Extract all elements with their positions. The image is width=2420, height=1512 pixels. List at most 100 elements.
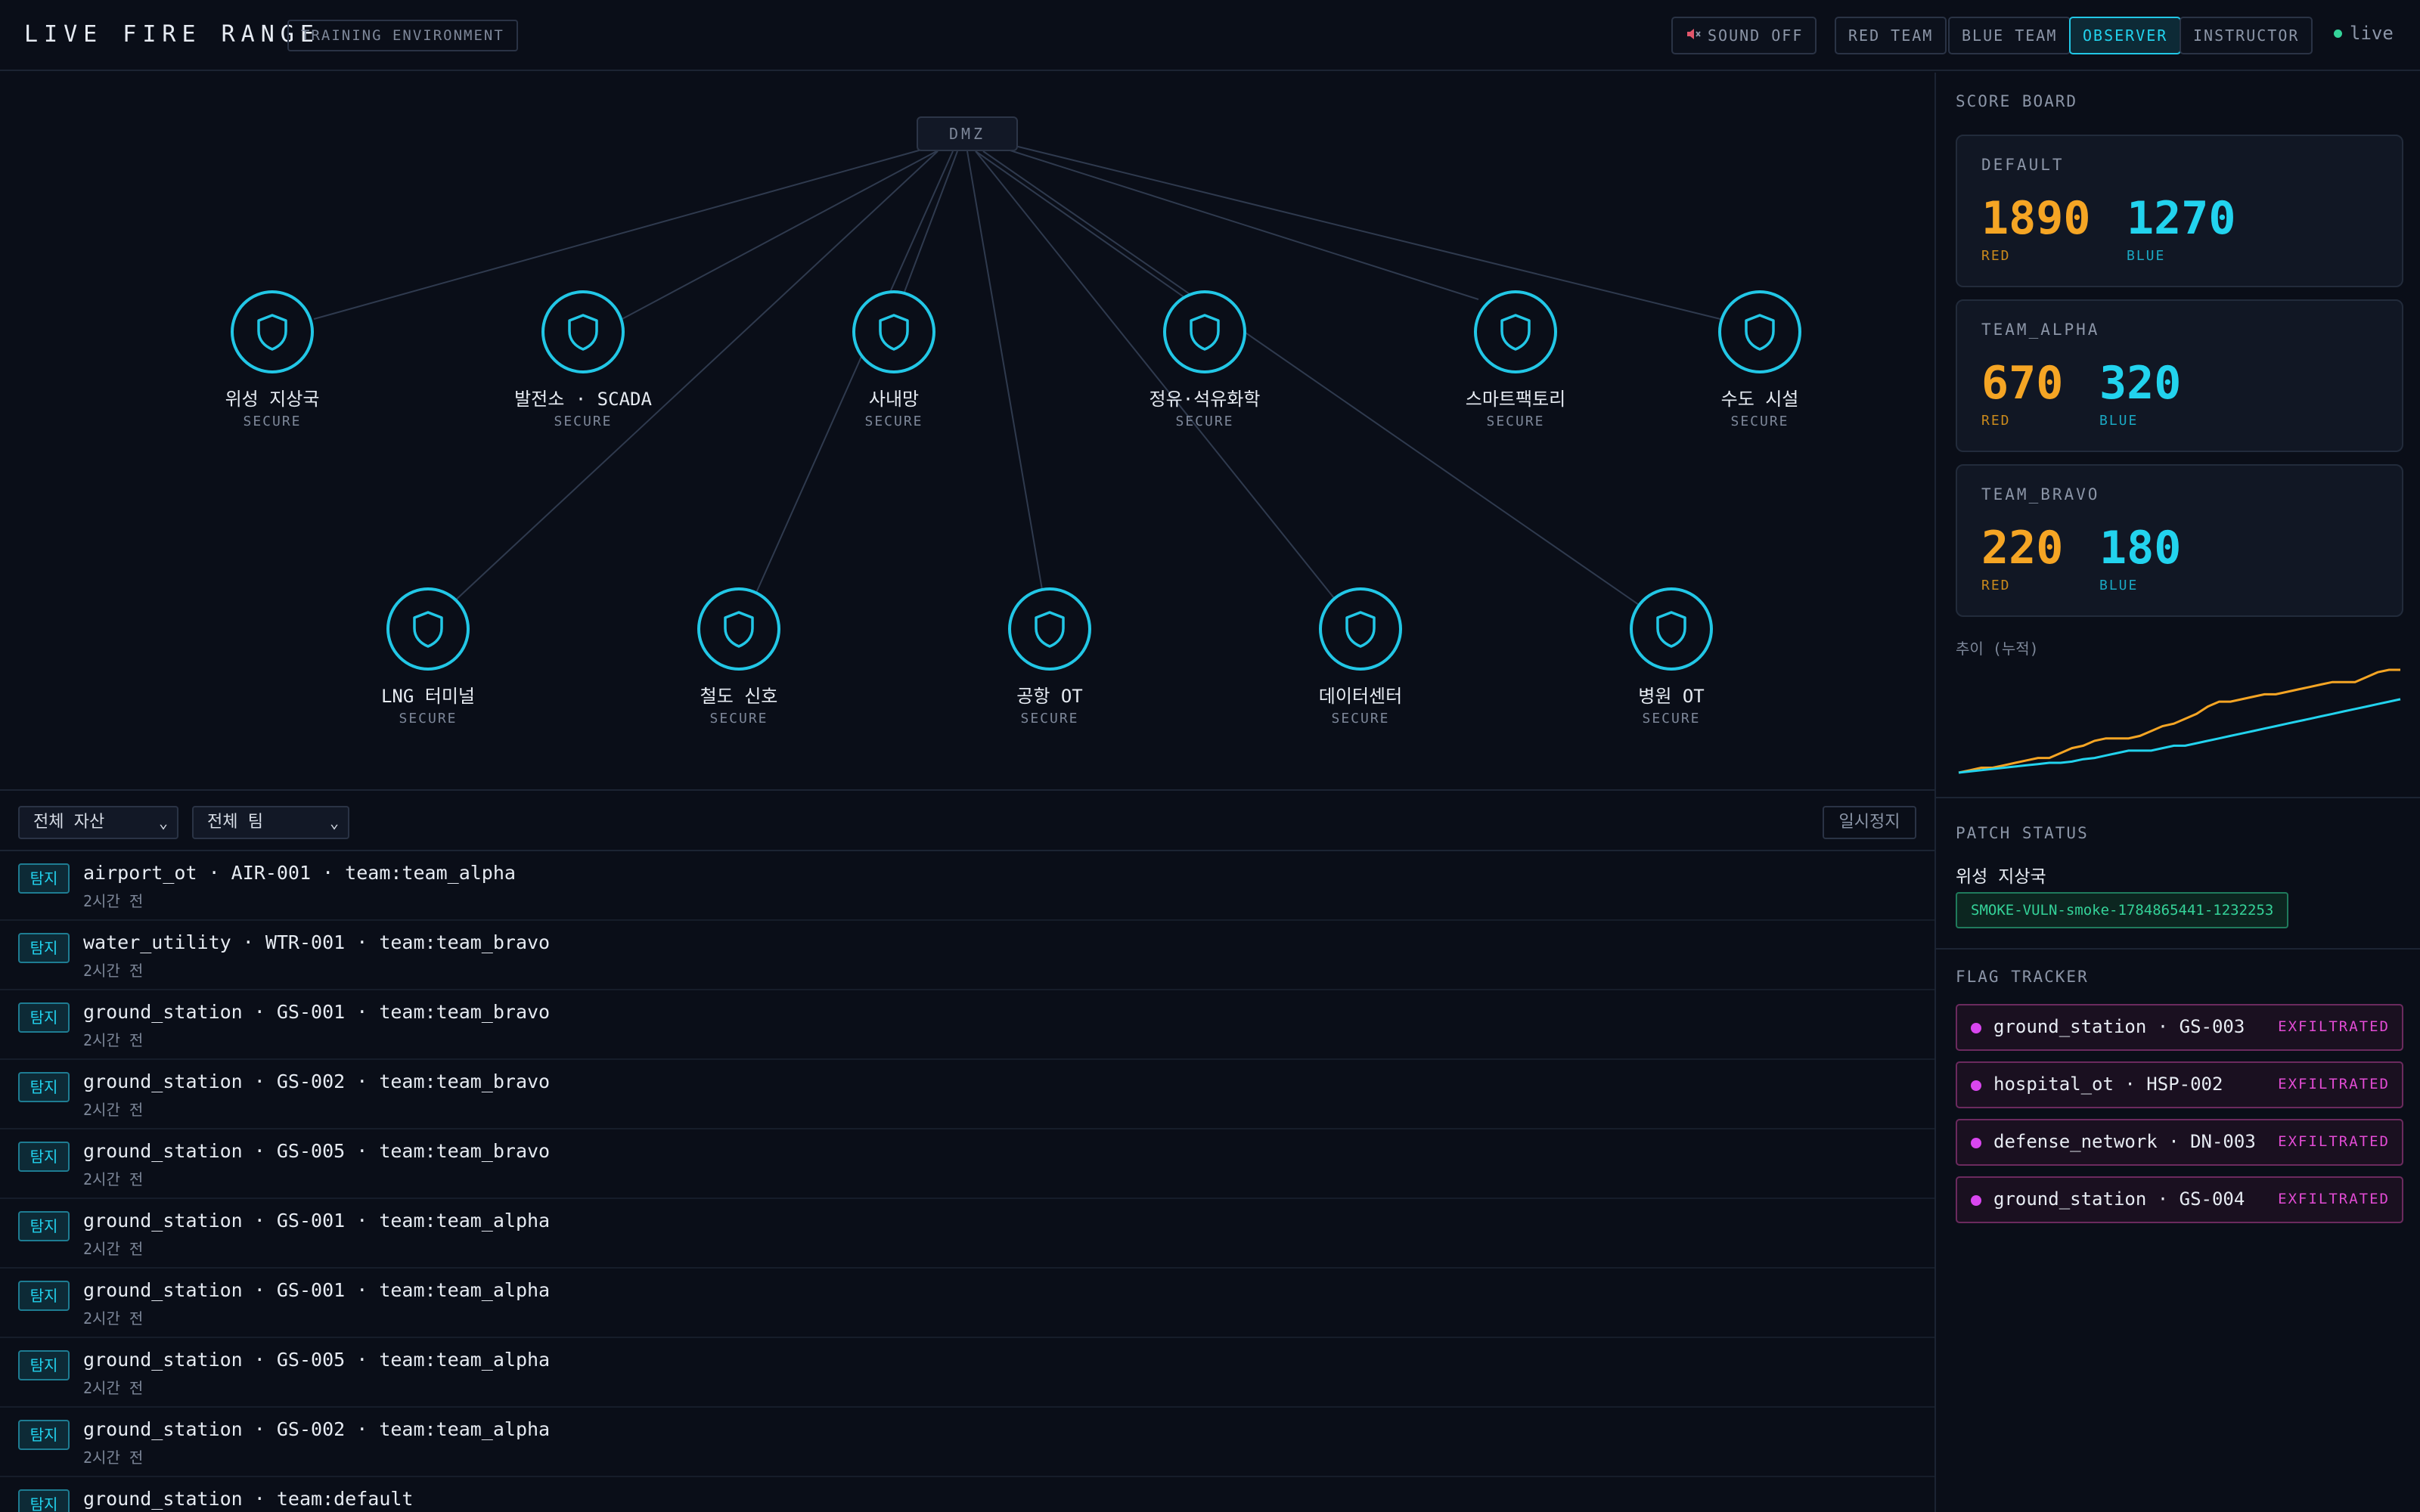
asset-node[interactable]: 발전소 · SCADA SECURE xyxy=(485,290,681,429)
red-score-label: RED xyxy=(1981,578,2011,593)
feed-row[interactable]: 탐지 ground_station · GS-002 · team:team_b… xyxy=(0,1060,1934,1129)
detect-tag: 탐지 xyxy=(18,1072,70,1102)
link-line xyxy=(904,150,958,293)
detect-tag: 탐지 xyxy=(18,1142,70,1172)
asset-node-name: 공항 OT xyxy=(1016,686,1083,707)
asset-filter-select[interactable]: 전체 자산 ⌄ xyxy=(18,806,178,839)
asset-node[interactable]: 사내망 SECURE xyxy=(796,290,992,429)
live-status-dot xyxy=(2334,29,2342,38)
asset-node-name: 데이터센터 xyxy=(1318,686,1403,707)
team-filter-select[interactable]: 전체 팀 ⌄ xyxy=(192,806,349,839)
pause-button[interactable]: 일시정지 xyxy=(1823,806,1916,839)
asset-node-ring xyxy=(1630,587,1713,671)
detect-tag: 탐지 xyxy=(18,1350,70,1380)
asset-node-ring xyxy=(1718,290,1801,373)
feed-row[interactable]: 탐지 ground_station · GS-002 · team:team_a… xyxy=(0,1408,1934,1477)
blue-score-label: BLUE xyxy=(2099,413,2139,429)
asset-node-status: SECURE xyxy=(1730,414,1789,429)
asset-node[interactable]: 데이터센터 SECURE xyxy=(1262,587,1459,727)
asset-node-ring xyxy=(1163,290,1246,373)
asset-node-name: 병원 OT xyxy=(1638,686,1705,707)
score-card: TEAM_ALPHA 670 320 RED BLUE xyxy=(1956,299,2403,452)
asset-node-ring xyxy=(1008,587,1091,671)
instructor-button[interactable]: INSTRUCTOR xyxy=(2180,17,2313,54)
flag-status: EXFILTRATED xyxy=(2278,1191,2390,1207)
shield-icon xyxy=(413,611,443,648)
network-map: DMZ 위성 지상국 SECURE 발전소 · SCADA SECURE 사내망… xyxy=(0,73,1934,791)
asset-node[interactable]: 수도 시설 SECURE xyxy=(1661,290,1858,429)
feed-event-text: ground_station · GS-001 · team:team_brav… xyxy=(83,1001,551,1023)
flag-row[interactable]: ground_station · GS-004 EXFILTRATED xyxy=(1956,1176,2403,1223)
asset-node[interactable]: 철도 신호 SECURE xyxy=(641,587,837,727)
asset-node-name: 수도 시설 xyxy=(1720,389,1799,410)
link-line xyxy=(997,146,1479,300)
feed-row[interactable]: 탐지 airport_ot · AIR-001 · team:team_alph… xyxy=(0,851,1934,921)
asset-node-status: SECURE xyxy=(864,414,923,429)
red-score: 670 xyxy=(1981,357,2064,410)
feed-row[interactable]: 탐지 ground_station · GS-001 · team:team_b… xyxy=(0,990,1934,1060)
feed-row[interactable]: 탐지 ground_station · GS-005 · team:team_b… xyxy=(0,1129,1934,1199)
section-divider xyxy=(1936,948,2420,950)
feed-row[interactable]: 탐지 ground_station · GS-001 · team:team_a… xyxy=(0,1269,1934,1338)
detect-tag: 탐지 xyxy=(18,1002,70,1033)
detect-tag: 탐지 xyxy=(18,1281,70,1311)
red-score: 1890 xyxy=(1981,192,2091,245)
flag-tracker-title: FLAG TRACKER xyxy=(1956,968,2089,986)
red-score-label: RED xyxy=(1981,248,2011,264)
asset-node[interactable]: 정유·석유화학 SECURE xyxy=(1106,290,1303,429)
shield-icon xyxy=(1345,611,1376,648)
top-bar: LIVE FIRE RANGE TRAINING ENVIRONMENT SOU… xyxy=(0,0,2420,71)
asset-node-status: SECURE xyxy=(554,414,613,429)
blue-team-button[interactable]: BLUE TEAM xyxy=(1948,17,2071,54)
flag-row[interactable]: defense_network · DN-003 EXFILTRATED xyxy=(1956,1119,2403,1166)
asset-node-status: SECURE xyxy=(1020,711,1079,727)
flag-status: EXFILTRATED xyxy=(2278,1018,2390,1035)
asset-node[interactable]: 병원 OT SECURE xyxy=(1573,587,1770,727)
sound-toggle-button[interactable]: SOUND OFF xyxy=(1671,17,1817,54)
event-feed-list: 탐지 airport_ot · AIR-001 · team:team_alph… xyxy=(0,851,1934,1512)
shield-icon xyxy=(568,314,598,351)
dmz-hub[interactable]: DMZ xyxy=(917,116,1018,151)
feed-row[interactable]: 탐지 water_utility · WTR-001 · team:team_b… xyxy=(0,921,1934,990)
red-team-button[interactable]: RED TEAM xyxy=(1835,17,1947,54)
feed-event-text: ground_station · GS-002 · team:team_brav… xyxy=(83,1070,551,1092)
asset-node-status: SECURE xyxy=(1175,414,1234,429)
asset-node-status: SECURE xyxy=(243,414,302,429)
detect-tag: 탐지 xyxy=(18,1211,70,1241)
observer-button[interactable]: OBSERVER xyxy=(2069,17,2182,54)
environment-badge: TRAINING ENVIRONMENT xyxy=(287,20,518,51)
feed-row[interactable]: 탐지 ground_station · GS-005 · team:team_a… xyxy=(0,1338,1934,1408)
detect-tag: 탐지 xyxy=(18,933,70,963)
asset-node-status: SECURE xyxy=(399,711,458,727)
asset-node[interactable]: 공항 OT SECURE xyxy=(951,587,1148,727)
feed-event-text: water_utility · WTR-001 · team:team_brav… xyxy=(83,931,551,953)
asset-node-status: SECURE xyxy=(1642,711,1701,727)
asset-node[interactable]: LNG 터미널 SECURE xyxy=(330,587,526,727)
asset-node[interactable]: 위성 지상국 SECURE xyxy=(174,290,371,429)
shield-icon xyxy=(1656,611,1686,648)
feed-row[interactable]: 탐지 ground_station · GS-001 · team:team_a… xyxy=(0,1199,1934,1269)
flag-row[interactable]: ground_station · GS-003 EXFILTRATED xyxy=(1956,1004,2403,1051)
red-score-label: RED xyxy=(1981,413,2011,429)
feed-event-time: 2시간 전 xyxy=(83,1170,144,1188)
blue-score: 320 xyxy=(2099,357,2182,410)
flag-row[interactable]: hospital_ot · HSP-002 EXFILTRATED xyxy=(1956,1061,2403,1108)
feed-row[interactable]: 탐지 ground_station · team:default xyxy=(0,1477,1934,1512)
flag-target: defense_network · DN-003 xyxy=(1993,1131,2256,1152)
red-trend-line xyxy=(1958,668,2400,774)
patch-vuln-chip[interactable]: SMOKE-VULN-smoke-1784865441-1232253 xyxy=(1956,892,2289,928)
patch-asset-name: 위성 지상국 xyxy=(1956,867,2046,887)
detect-tag: 탐지 xyxy=(18,1420,70,1450)
asset-node-ring xyxy=(231,290,314,373)
score-card: TEAM_BRAVO 220 180 RED BLUE xyxy=(1956,464,2403,617)
chevron-down-icon: ⌄ xyxy=(158,813,168,832)
asset-node[interactable]: 스마트팩토리 SECURE xyxy=(1417,290,1614,429)
patch-status-title: PATCH STATUS xyxy=(1956,824,2089,842)
detect-tag: 탐지 xyxy=(18,863,70,894)
feed-event-time: 2시간 전 xyxy=(83,1031,144,1049)
live-label: live xyxy=(2350,23,2394,44)
app-title: LIVE FIRE RANGE xyxy=(24,21,320,48)
asset-node-status: SECURE xyxy=(1486,414,1545,429)
score-team-name: DEFAULT xyxy=(1981,156,2065,174)
asset-node-name: 위성 지상국 xyxy=(225,389,320,410)
